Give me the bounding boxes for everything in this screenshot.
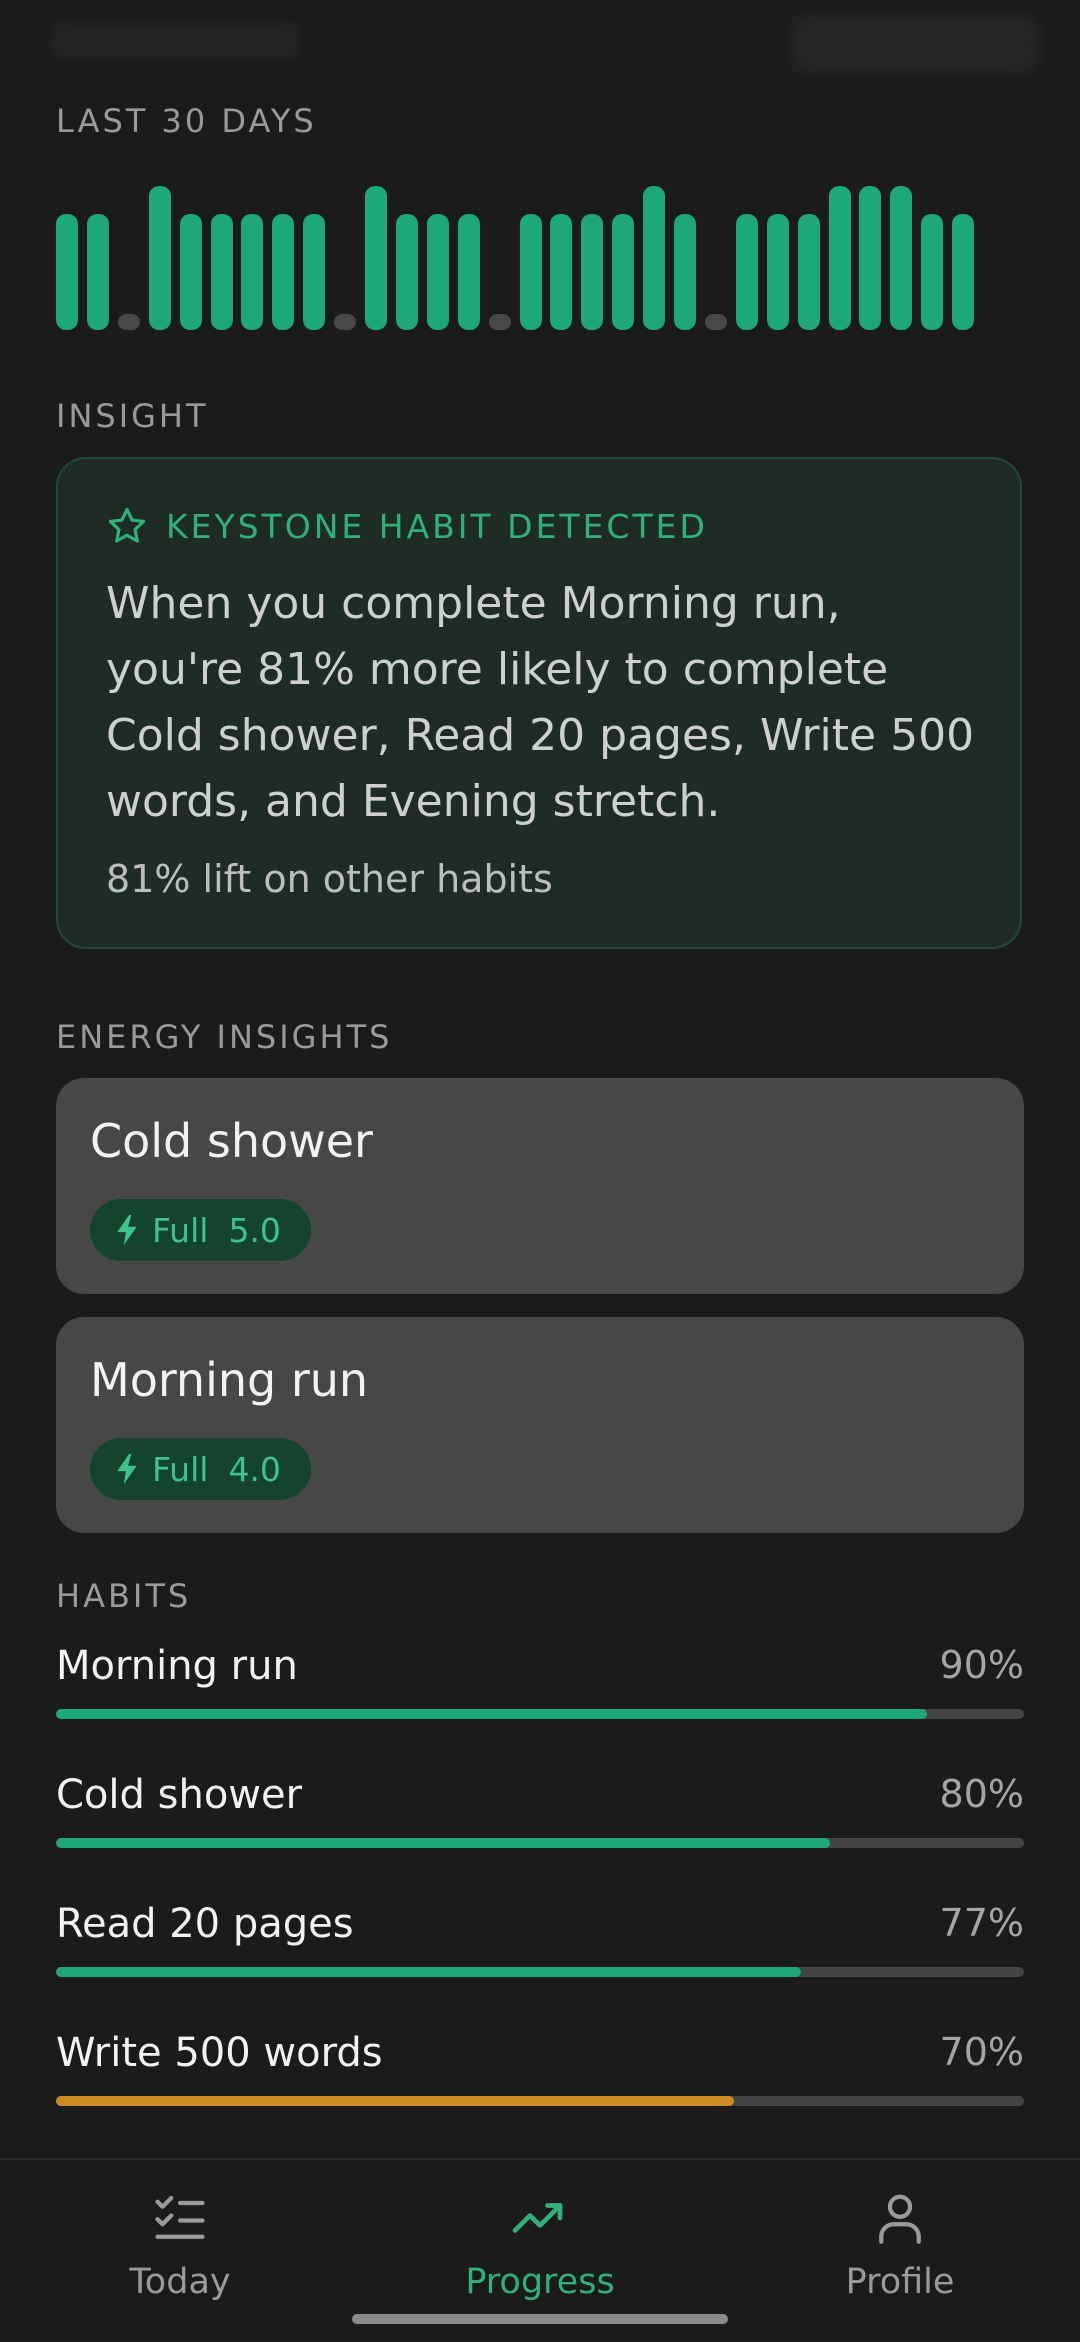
activity-bar-completed — [457, 214, 480, 330]
activity-bar-completed — [241, 214, 264, 330]
section-label-energy-insights: ENERGY INSIGHTS — [56, 1018, 393, 1056]
habit-percent: 90% — [939, 1643, 1024, 1687]
habit-progress-fill — [56, 1967, 802, 1977]
activity-bar-completed — [395, 214, 418, 330]
habit-progress-fill — [56, 1838, 831, 1848]
activity-bar-completed — [581, 214, 604, 330]
habit-percent: 70% — [939, 2030, 1024, 2074]
habit-progress-track — [56, 1838, 1024, 1848]
insight-body-text: When you complete Morning run, you're 81… — [106, 578, 975, 827]
nav-tab-progress[interactable]: Progress — [410, 2188, 670, 2302]
habit-name: Write 500 words — [56, 2030, 383, 2076]
activity-bar-completed — [303, 214, 326, 330]
insight-footer: 81% lift on other habits — [106, 857, 553, 901]
energy-badge: Full 4.0 — [90, 1438, 311, 1500]
habit-row-read-20-pages[interactable]: Read 20 pages 77% — [56, 1901, 1024, 1991]
insight-heading: KEYSTONE HABIT DETECTED — [166, 506, 708, 546]
activity-bar-chart — [56, 186, 980, 330]
section-label-last-30-days: LAST 30 DAYS — [56, 102, 317, 140]
habit-row-morning-run[interactable]: Morning run 90% — [56, 1643, 1024, 1733]
habit-percent: 80% — [939, 1772, 1024, 1816]
home-indicator — [352, 2314, 728, 2324]
activity-bar-completed — [148, 186, 171, 330]
energy-badge-label: Full — [152, 1449, 209, 1489]
activity-bar-completed — [56, 214, 78, 330]
activity-bar-completed — [210, 214, 233, 330]
activity-bar-missed — [334, 314, 357, 330]
bolt-icon — [117, 1453, 137, 1485]
activity-bar-completed — [735, 214, 758, 330]
activity-bar-missed — [117, 314, 140, 330]
activity-bar-completed — [859, 186, 882, 330]
activity-bar-missed — [488, 314, 511, 330]
energy-badge: Full 5.0 — [90, 1199, 311, 1261]
habit-progress-fill — [56, 1709, 928, 1719]
activity-bar-completed — [365, 186, 387, 330]
energy-card-title: Cold shower — [90, 1114, 373, 1168]
habit-percent: 77% — [939, 1901, 1024, 1945]
activity-bar-completed — [550, 214, 573, 330]
energy-card-morning-run[interactable]: Morning run Full 4.0 — [56, 1317, 1024, 1533]
bolt-icon — [117, 1214, 137, 1246]
activity-bar-completed — [797, 214, 820, 330]
habit-progress-track — [56, 2096, 1024, 2106]
habit-name: Cold shower — [56, 1772, 303, 1818]
activity-bar-missed — [704, 314, 727, 330]
energy-badge-value: 4.0 — [228, 1449, 281, 1489]
status-icons-blurred — [790, 14, 1040, 74]
insight-header: KEYSTONE HABIT DETECTED — [106, 505, 708, 547]
energy-card-title: Morning run — [90, 1353, 369, 1407]
energy-badge-value: 5.0 — [228, 1210, 281, 1250]
habit-progress-track — [56, 1967, 1024, 1977]
activity-bar-completed — [828, 186, 851, 330]
habit-name: Morning run — [56, 1643, 298, 1689]
energy-card-cold-shower[interactable]: Cold shower Full 5.0 — [56, 1078, 1024, 1294]
keystone-insight-card: KEYSTONE HABIT DETECTED When you complet… — [56, 457, 1022, 949]
habit-row-cold-shower[interactable]: Cold shower 80% — [56, 1772, 1024, 1862]
status-time-blurred — [50, 22, 300, 60]
checklist-icon — [155, 2195, 205, 2239]
nav-tab-profile[interactable]: Profile — [770, 2188, 1030, 2302]
nav-label: Today — [129, 2262, 231, 2302]
energy-badge-label: Full — [152, 1210, 209, 1250]
activity-bar-completed — [766, 214, 789, 330]
habit-progress-track — [56, 1709, 1024, 1719]
habit-row-write-500-words[interactable]: Write 500 words 70% — [56, 2030, 1024, 2120]
section-label-insight: INSIGHT — [56, 397, 209, 435]
nav-label: Profile — [845, 2262, 955, 2302]
person-icon — [879, 2194, 921, 2244]
status-bar — [0, 0, 1080, 80]
nav-label: Progress — [465, 2262, 615, 2302]
habit-name: Read 20 pages — [56, 1901, 354, 1947]
activity-bar-completed — [426, 214, 449, 330]
activity-bar-completed — [921, 214, 944, 330]
star-icon — [108, 507, 146, 543]
activity-bar-completed — [890, 186, 913, 330]
activity-bar-completed — [674, 214, 696, 330]
section-label-habits: HABITS — [56, 1577, 192, 1615]
activity-bar-completed — [643, 186, 666, 330]
activity-bar-completed — [612, 214, 635, 330]
nav-tab-today[interactable]: Today — [50, 2188, 310, 2302]
activity-bar-completed — [272, 214, 295, 330]
activity-bar-completed — [86, 214, 109, 330]
activity-bar-completed — [519, 214, 542, 330]
trending-up-icon — [512, 2203, 563, 2233]
activity-bar-completed — [952, 214, 975, 330]
habit-progress-fill — [56, 2096, 734, 2106]
activity-bar-completed — [179, 214, 202, 330]
